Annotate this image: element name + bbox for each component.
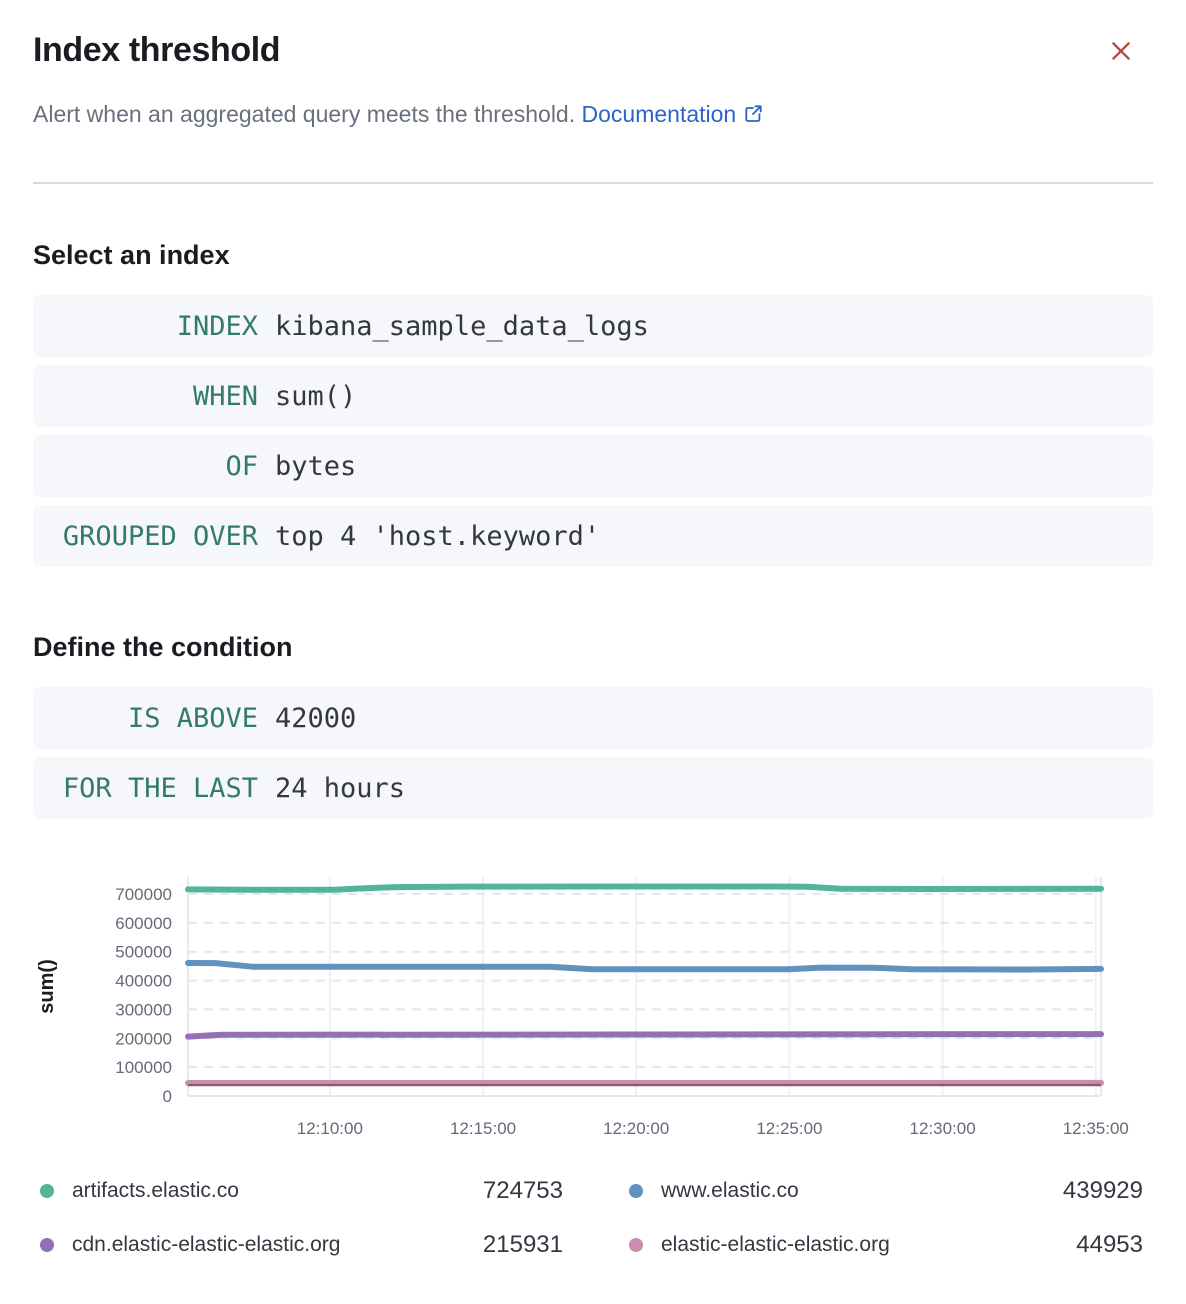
y-tick-label: 300000 [115, 1000, 172, 1019]
expression-for-the-last[interactable]: FOR THE LAST 24 hours [33, 757, 1153, 819]
y-tick-label: 600000 [115, 914, 172, 933]
series-line-artifacts.elastic.co [188, 887, 1101, 890]
documentation-link[interactable]: Documentation [582, 101, 765, 127]
legend-item: cdn.elastic-elastic-elastic.org 215931 [33, 1231, 563, 1258]
x-tick-label: 12:10:00 [297, 1119, 363, 1138]
expression-value: 24 hours [275, 773, 405, 804]
legend-dot [629, 1238, 643, 1252]
expression-value: sum() [275, 381, 356, 412]
close-button[interactable] [1106, 36, 1136, 66]
expression-keyword: IS ABOVE [33, 703, 258, 734]
page-title: Index threshold [33, 30, 1153, 70]
y-axis-title: sum() [36, 959, 58, 1013]
legend-label: elastic-elastic-elastic.org [661, 1233, 890, 1257]
series-line-cdn.elastic-elastic-elastic.org [188, 1034, 1101, 1037]
chart-legend: artifacts.elastic.co 724753 www.elastic.… [33, 1177, 1153, 1258]
legend-item: artifacts.elastic.co 724753 [33, 1177, 563, 1204]
legend-item: www.elastic.co 439929 [622, 1177, 1143, 1204]
expression-index[interactable]: INDEX kibana_sample_data_logs [33, 295, 1153, 357]
select-index-section: Select an index INDEX kibana_sample_data… [33, 239, 1153, 567]
close-icon [1108, 38, 1134, 64]
legend-dot [40, 1238, 54, 1252]
expression-is-above[interactable]: IS ABOVE 42000 [33, 687, 1153, 749]
subtitle-text: Alert when an aggregated query meets the… [33, 101, 575, 127]
legend-value: 439929 [1063, 1177, 1143, 1205]
series-line-www.elastic.co [188, 963, 1101, 970]
x-tick-label: 12:20:00 [603, 1119, 669, 1138]
external-link-icon [743, 103, 764, 124]
expression-keyword: FOR THE LAST [33, 773, 258, 804]
y-tick-label: 100000 [115, 1058, 172, 1077]
threshold-chart-svg: 0 100000 200000 300000 400000 500000 600000 700… [33, 859, 1153, 1159]
flyout-subtitle: Alert when an aggregated query meets the… [33, 98, 1153, 130]
expression-keyword: INDEX [33, 311, 258, 342]
expression-when[interactable]: WHEN sum() [33, 365, 1153, 427]
expression-value: kibana_sample_data_logs [275, 311, 649, 342]
y-tick-label: 700000 [115, 885, 172, 904]
legend-value: 215931 [483, 1231, 563, 1259]
threshold-preview-chart: 0 100000 200000 300000 400000 500000 600000 700… [33, 859, 1153, 1159]
select-index-heading: Select an index [33, 239, 1153, 271]
header-divider [33, 182, 1153, 184]
documentation-link-label: Documentation [582, 101, 737, 127]
condition-heading: Define the condition [33, 631, 1153, 663]
page-header: Index threshold Alert when an aggregated… [33, 0, 1153, 184]
expression-keyword: WHEN [33, 381, 258, 412]
x-tick-label: 12:25:00 [756, 1119, 822, 1138]
legend-value: 44953 [1076, 1231, 1143, 1259]
legend-label: www.elastic.co [661, 1179, 799, 1203]
expression-value: top 4 'host.keyword' [275, 521, 600, 552]
x-tick-label: 12:30:00 [910, 1119, 976, 1138]
legend-item: elastic-elastic-elastic.org 44953 [622, 1231, 1143, 1258]
y-tick-label: 200000 [115, 1029, 172, 1048]
expression-value: bytes [275, 451, 356, 482]
expression-keyword: GROUPED OVER [33, 521, 258, 552]
legend-label: artifacts.elastic.co [72, 1179, 239, 1203]
legend-dot [629, 1184, 643, 1198]
expression-of[interactable]: OF bytes [33, 435, 1153, 497]
x-tick-label: 12:15:00 [450, 1119, 516, 1138]
flyout-panel: Index threshold Alert when an aggregated… [0, 0, 1186, 1258]
legend-dot [40, 1184, 54, 1198]
expression-grouped-over[interactable]: GROUPED OVER top 4 'host.keyword' [33, 505, 1153, 567]
x-tick-label: 12:35:00 [1063, 1119, 1129, 1138]
y-tick-label: 0 [163, 1087, 172, 1106]
legend-label: cdn.elastic-elastic-elastic.org [72, 1233, 340, 1257]
legend-value: 724753 [483, 1177, 563, 1205]
expression-keyword: OF [33, 451, 258, 482]
expression-value: 42000 [275, 703, 356, 734]
y-tick-label: 500000 [115, 943, 172, 962]
y-tick-label: 400000 [115, 972, 172, 991]
condition-section: Define the condition IS ABOVE 42000 FOR … [33, 631, 1153, 819]
